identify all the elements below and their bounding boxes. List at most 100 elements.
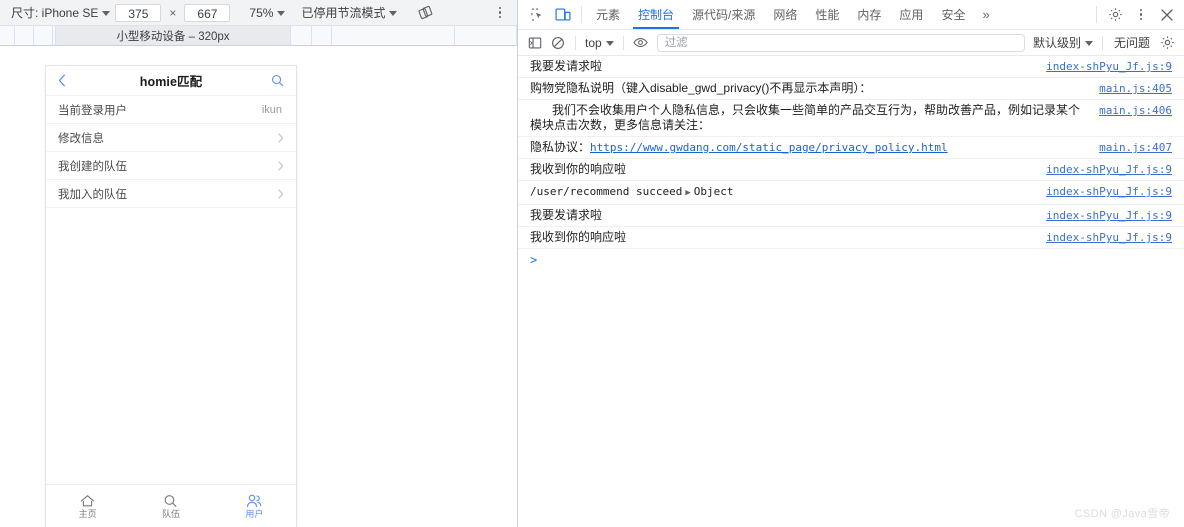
list-item-label: 我创建的队伍 xyxy=(58,160,127,173)
console-message-prefix: 隐私协议： xyxy=(530,140,591,154)
device-ruler: 小型移动设备 – 320px xyxy=(0,26,517,46)
ruler-segment[interactable] xyxy=(34,26,53,45)
ruler-segment[interactable] xyxy=(312,26,332,45)
ruler-segment[interactable] xyxy=(0,26,15,45)
console-message-source[interactable]: index-shPyu_Jf.js:9 xyxy=(1046,184,1172,199)
tab-label: 安全 xyxy=(941,8,966,22)
more-tabs-icon[interactable]: » xyxy=(974,0,997,29)
console-message-text: 我收到你的响应啦 xyxy=(530,162,627,176)
console-message-text: 我们不会收集用户个人隐私信息，只会收集一些简单的产品交互行为，帮助改善产品，例如… xyxy=(530,103,1081,132)
tab-sources[interactable]: 源代码/来源 xyxy=(683,0,764,29)
console-message[interactable]: 我们不会收集用户个人隐私信息，只会收集一些简单的产品交互行为，帮助改善产品，例如… xyxy=(518,100,1184,137)
toolbar-divider xyxy=(1101,35,1103,50)
console-prompt[interactable]: > xyxy=(518,249,1184,271)
more-tabs-label: » xyxy=(982,7,990,22)
expand-object-icon[interactable]: ▶ xyxy=(682,188,693,198)
console-message-text: /user/recommend succeed ▶ Object xyxy=(530,184,1046,201)
console-message[interactable]: 购物党隐私说明（键入disable_gwd_privacy()不再显示本声明）：… xyxy=(518,78,1184,100)
console-message-source[interactable]: index-shPyu_Jf.js:9 xyxy=(1046,230,1172,245)
app-header: homie匹配 xyxy=(46,66,296,96)
tab-security[interactable]: 安全 xyxy=(932,0,974,29)
gear-icon[interactable] xyxy=(1102,0,1128,29)
search-icon[interactable] xyxy=(271,74,284,87)
viewport-height-input[interactable]: 667 xyxy=(184,3,231,22)
ruler-segment[interactable] xyxy=(291,26,312,45)
devtools-panel: 元素 控制台 源代码/来源 网络 性能 内存 应用 安全 » top 过滤 默认… xyxy=(518,0,1184,527)
ruler-segment[interactable] xyxy=(15,26,34,45)
tab-console[interactable]: 控制台 xyxy=(629,0,683,29)
toggle-device-toolbar-icon[interactable] xyxy=(550,0,576,29)
tab-label: 内存 xyxy=(857,8,882,22)
tab-performance[interactable]: 性能 xyxy=(806,0,848,29)
privacy-policy-link[interactable]: https://www.gwdang.com/static_page/priva… xyxy=(590,141,948,154)
list-item[interactable]: 当前登录用户 ikun xyxy=(46,96,296,124)
tab-teams[interactable]: 队伍 xyxy=(129,485,212,527)
chevron-down-icon xyxy=(277,11,286,16)
issues-status[interactable]: 无问题 xyxy=(1109,34,1155,51)
execution-context-selector[interactable]: top xyxy=(582,36,617,50)
tab-user[interactable]: 用户 xyxy=(213,485,296,527)
tab-label: 用户 xyxy=(245,508,264,519)
console-message-source[interactable]: main.js:406 xyxy=(1099,103,1172,118)
tab-label: 性能 xyxy=(815,8,840,22)
list-item[interactable]: 我创建的队伍 xyxy=(46,152,296,180)
console-message[interactable]: 我收到你的响应啦 index-shPyu_Jf.js:9 xyxy=(518,159,1184,181)
ruler-active-label: 小型移动设备 – 320px xyxy=(116,30,230,43)
console-message[interactable]: 我要发请求啦 index-shPyu_Jf.js:9 xyxy=(518,56,1184,78)
log-level-selector[interactable]: 默认级别 xyxy=(1030,34,1096,51)
console-message[interactable]: /user/recommend succeed ▶ Object index-shP… xyxy=(518,181,1184,205)
console-message-text: 隐私协议：https://www.gwdang.com/static_page/… xyxy=(530,140,1099,155)
ruler-segment[interactable] xyxy=(332,26,455,45)
console-object-label[interactable]: Object xyxy=(694,185,734,198)
tab-memory[interactable]: 内存 xyxy=(848,0,890,29)
console-message[interactable]: 我要发请求啦 index-shPyu_Jf.js:9 xyxy=(518,205,1184,227)
console-message-source[interactable]: index-shPyu_Jf.js:9 xyxy=(1046,59,1172,74)
zoom-selector[interactable]: 75% xyxy=(246,3,288,23)
console-settings-gear-icon[interactable] xyxy=(1156,33,1178,53)
rotate-device-icon[interactable] xyxy=(414,3,436,23)
chevron-right-icon xyxy=(278,160,284,171)
device-size-selector[interactable]: 尺寸: iPhone SE xyxy=(8,3,113,23)
device-size-label: 尺寸: iPhone SE xyxy=(11,6,99,20)
console-message-source[interactable]: index-shPyu_Jf.js:9 xyxy=(1046,208,1172,223)
viewport-width-input[interactable]: 375 xyxy=(115,3,162,22)
dimension-separator: × xyxy=(169,5,177,20)
console-message[interactable]: 我收到你的响应啦 index-shPyu_Jf.js:9 xyxy=(518,227,1184,249)
live-expression-icon[interactable] xyxy=(630,33,652,53)
list-item-label: 我加入的队伍 xyxy=(58,188,127,201)
tab-label: 网络 xyxy=(773,8,798,22)
tab-home[interactable]: 主页 xyxy=(46,485,129,527)
ruler-active-breakpoint[interactable]: 小型移动设备 – 320px xyxy=(55,26,291,45)
console-message-source[interactable]: index-shPyu_Jf.js:9 xyxy=(1046,162,1172,177)
toolbar-divider xyxy=(575,35,576,50)
tab-elements[interactable]: 元素 xyxy=(587,0,629,29)
toolbar-divider xyxy=(1096,6,1097,23)
console-message[interactable]: 隐私协议：https://www.gwdang.com/static_page/… xyxy=(518,137,1184,159)
throttling-selector[interactable]: 已停用节流模式 xyxy=(298,3,400,23)
inspect-element-icon[interactable] xyxy=(524,0,550,29)
list-item-value: ikun xyxy=(261,103,282,116)
console-message-source[interactable]: main.js:407 xyxy=(1099,140,1172,155)
clear-console-icon[interactable] xyxy=(547,33,569,53)
console-message-source[interactable]: main.js:405 xyxy=(1099,81,1172,96)
console-sidebar-icon[interactable] xyxy=(524,33,546,53)
console-message-text: 我收到你的响应啦 xyxy=(530,230,627,244)
console-message-text: 我要发请求啦 xyxy=(530,59,603,73)
devtools-menu-icon[interactable] xyxy=(1128,0,1154,29)
back-chevron-icon[interactable] xyxy=(58,74,74,87)
console-filter-input[interactable]: 过滤 xyxy=(656,33,1025,52)
device-toolbar-menu-icon[interactable] xyxy=(489,3,511,23)
execution-context-label: top xyxy=(585,35,602,50)
close-icon[interactable] xyxy=(1154,0,1180,29)
tab-network[interactable]: 网络 xyxy=(764,0,806,29)
console-message-list[interactable]: 我要发请求啦 index-shPyu_Jf.js:9 购物党隐私说明（键入dis… xyxy=(518,56,1184,527)
list-item[interactable]: 我加入的队伍 xyxy=(46,180,296,208)
zoom-label: 75% xyxy=(249,5,274,20)
tab-application[interactable]: 应用 xyxy=(890,0,932,29)
user-icon xyxy=(246,494,262,508)
tabbar-spacer xyxy=(998,0,1091,29)
settings-list: 当前登录用户 ikun 修改信息 我创建的队伍 我加入的队伍 xyxy=(46,96,296,484)
list-item[interactable]: 修改信息 xyxy=(46,124,296,152)
ruler-segment[interactable] xyxy=(455,26,517,45)
emulated-phone-viewport[interactable]: homie匹配 当前登录用户 ikun 修改信息 我创建的队伍 我加入的队伍 主… xyxy=(46,66,296,527)
